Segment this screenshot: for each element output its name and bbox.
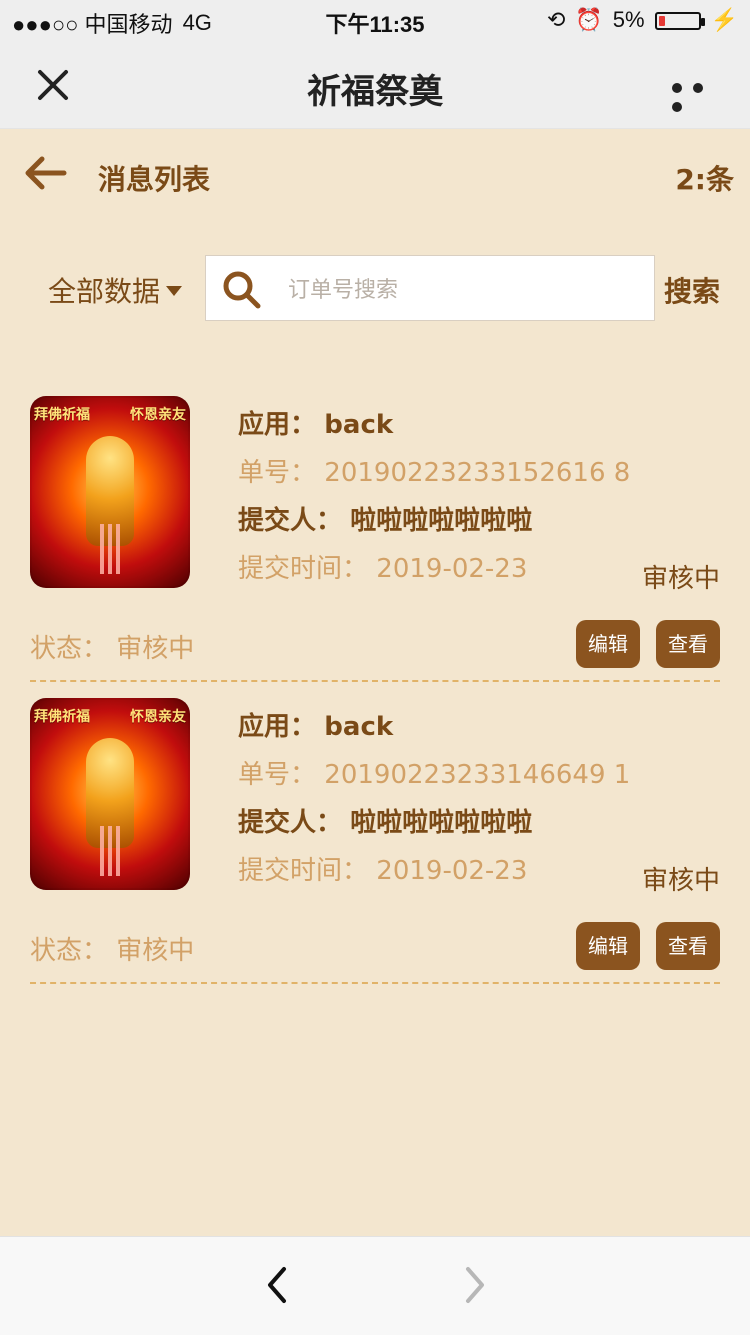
edit-button[interactable]: 编辑 — [576, 922, 640, 970]
view-button[interactable]: 查看 — [656, 620, 720, 668]
app-field: 应用： back — [238, 404, 393, 441]
candles-image — [92, 826, 128, 876]
view-button[interactable]: 查看 — [656, 922, 720, 970]
app-label: 应用： — [238, 410, 317, 440]
submit-time-field: 提交时间： 2019-02-23 — [238, 850, 527, 887]
back-chevron-icon[interactable] — [256, 1263, 300, 1307]
app-header: 消息列表 2:条 — [0, 128, 750, 220]
list-item: 拜佛祈福 怀恩亲友 应用： back 单号： 20190223233152616… — [0, 396, 750, 698]
dot-1-icon — [672, 83, 682, 93]
browser-bottom-bar — [0, 1236, 750, 1335]
candles-image — [92, 524, 128, 574]
submitter-value: 啦啦啦啦啦啦啦 — [350, 506, 533, 536]
time-label: 提交时间： — [238, 856, 369, 886]
search-box — [205, 255, 655, 321]
top-navigation-bar: 祈福祭奠 — [0, 40, 750, 129]
alarm-icon: ⏰ — [575, 7, 603, 32]
status-label: 状态： — [30, 634, 109, 664]
item-count: 2:条 — [675, 163, 734, 196]
back-arrow-icon[interactable] — [24, 155, 68, 191]
review-status-right: 审核中 — [641, 866, 720, 896]
time-value: 2019-02-23 — [376, 554, 528, 584]
charging-bolt-icon: ⚡ — [710, 7, 738, 32]
thumbnail-text-right: 怀恩亲友 — [130, 709, 186, 725]
thumbnail-text-right: 怀恩亲友 — [130, 407, 186, 423]
order-field: 单号： 20190223233146649 1 — [238, 754, 630, 791]
app-value: back — [324, 410, 394, 440]
list-item: 拜佛祈福 怀恩亲友 应用： back 单号： 20190223233146649… — [0, 698, 750, 1000]
time-value: 2019-02-23 — [376, 856, 528, 886]
app-label: 应用： — [238, 712, 317, 742]
dashed-divider — [30, 680, 720, 682]
data-filter-dropdown[interactable]: 全部数据 — [48, 270, 183, 310]
battery-icon — [654, 11, 705, 30]
thumbnail-text-left: 拜佛祈福 — [34, 709, 90, 725]
search-icon — [220, 268, 262, 310]
search-input[interactable] — [286, 268, 650, 312]
order-value: 20190223233152616 8 — [324, 458, 631, 488]
page-title: 消息列表 — [98, 163, 211, 196]
window-title: 祈福祭奠 — [307, 72, 443, 112]
review-status-right: 审核中 — [641, 564, 720, 594]
battery-level-fill — [658, 15, 665, 26]
item-thumbnail[interactable]: 拜佛祈福 怀恩亲友 — [30, 396, 190, 588]
order-label: 单号： — [238, 458, 317, 488]
time-label: 提交时间： — [238, 554, 369, 584]
app-value: back — [324, 712, 394, 742]
order-label: 单号： — [238, 760, 317, 790]
submitter-field: 提交人： 啦啦啦啦啦啦啦 — [238, 802, 532, 839]
status-bar-right: ⟲ ⏰ 5% ⚡ — [547, 7, 738, 33]
edit-button[interactable]: 编辑 — [576, 620, 640, 668]
order-field: 单号： 20190223233152616 8 — [238, 452, 630, 489]
status-label: 状态： — [30, 936, 109, 966]
thumbnail-text-left: 拜佛祈福 — [34, 407, 90, 423]
filter-label: 全部数据 — [48, 275, 161, 308]
status-bar: ●●●○○ 中国移动 4G 下午11:35 ⟲ ⏰ 5% ⚡ — [0, 0, 750, 40]
status-line: 状态： 审核中 — [30, 628, 194, 665]
rotation-lock-icon: ⟲ — [546, 7, 566, 32]
search-button[interactable]: 搜索 — [664, 270, 720, 310]
more-options-icon[interactable] — [672, 78, 716, 112]
status-line: 状态： 审核中 — [30, 930, 194, 967]
submitter-label: 提交人： — [238, 808, 343, 838]
submitter-value: 啦啦啦啦啦啦啦 — [350, 808, 533, 838]
status-value: 审核中 — [116, 936, 195, 966]
message-list: 拜佛祈福 怀恩亲友 应用： back 单号： 20190223233152616… — [0, 396, 750, 1000]
item-thumbnail[interactable]: 拜佛祈福 怀恩亲友 — [30, 698, 190, 890]
submit-time-field: 提交时间： 2019-02-23 — [238, 548, 527, 585]
submitter-label: 提交人： — [238, 506, 343, 536]
app-field: 应用： back — [238, 706, 393, 743]
status-value: 审核中 — [116, 634, 195, 664]
dot-3-icon — [672, 102, 682, 112]
order-value: 20190223233146649 1 — [324, 760, 631, 790]
battery-percent: 5% — [612, 7, 645, 32]
forward-chevron-icon[interactable] — [452, 1263, 496, 1307]
submitter-field: 提交人： 啦啦啦啦啦啦啦 — [238, 500, 532, 537]
dashed-divider — [30, 982, 720, 984]
dropdown-caret-icon — [166, 286, 183, 296]
